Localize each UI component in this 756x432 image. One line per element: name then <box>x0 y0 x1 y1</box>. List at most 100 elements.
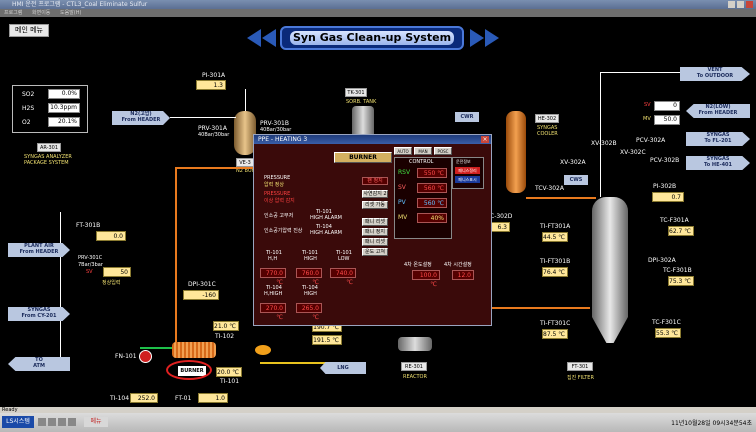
tg1-l2: HIGH <box>304 256 317 262</box>
page-title: Syn Gas Clean-up System <box>290 31 454 45</box>
menu-item-help[interactable]: 도움말(H) <box>60 10 81 16</box>
ti101-label: TI-101 <box>220 378 240 385</box>
pcv302b-label: PCV-302B <box>650 157 680 164</box>
tift301b-label: TI-FT301B <box>540 258 571 265</box>
plant-air-valve-icon[interactable] <box>80 245 90 253</box>
app-icon-2[interactable] <box>48 418 56 426</box>
sorb-tank-label: SORB. TANK <box>346 99 377 105</box>
app-icon-3[interactable] <box>58 418 66 426</box>
minimize-icon[interactable] <box>728 1 735 8</box>
tab-auto[interactable]: AUTO <box>394 147 412 155</box>
popup-burner-button[interactable]: BURNER <box>334 152 392 163</box>
pipe-yellow-lng <box>260 362 330 364</box>
syngas-fl-arrow: SYNGAS To FL-201 <box>686 132 750 146</box>
tg4-value[interactable]: 265.0 ℃ <box>296 303 322 321</box>
so2-label: SO2 <box>22 91 35 98</box>
burner-highlight-ring <box>166 360 212 380</box>
reset-run-button[interactable]: 리셋 가동 <box>362 201 388 209</box>
tg4-l2: HIGH <box>304 291 317 297</box>
tift301a-value: 44.5 ℃ <box>542 232 568 242</box>
tg0-value[interactable]: 770.0 ℃ <box>260 268 286 286</box>
dpi301c-label: DPI-301C <box>188 281 216 288</box>
prv301b-sub: 40Bar/30bar <box>260 127 292 133</box>
reset-3-button[interactable]: 패니 리셋 <box>362 238 388 246</box>
taskbar-menu-button[interactable]: 메뉴 <box>84 417 108 427</box>
menu-item-navigate[interactable]: 화면이동 <box>32 10 50 16</box>
ctl-mv-value[interactable]: 40% <box>417 213 447 223</box>
fn101-label: FN-101 <box>115 353 137 360</box>
pi301a-value: 1.3 kg/cm² <box>196 80 226 98</box>
close-icon[interactable] <box>746 1 753 8</box>
h2s-value: 10.3ppm <box>48 103 80 113</box>
taskbar-datetime: 11년10월28일 09시34분54초 <box>671 420 752 427</box>
sv-label-left: SV <box>86 269 93 275</box>
ctl-pv-value: 560 ℃ <box>417 198 447 208</box>
pi302b-value: 0.7 kg/cm² <box>652 192 684 210</box>
prv-small-sub: 7Bar/3bar <box>78 262 103 268</box>
ft301b-label: FT-301B <box>76 222 101 229</box>
filter-vessel-icon[interactable] <box>592 197 628 317</box>
tab-posc[interactable]: POSC <box>434 147 452 155</box>
ft01-label: FT-01 <box>175 395 192 402</box>
window-titlebar: HMI 운전 프로그램 - CTL3_Coal Eliminate Sulfur <box>0 0 756 9</box>
cooler-label-2: COOLER <box>537 131 558 137</box>
tg1-value[interactable]: 760.0 ℃ <box>296 268 322 286</box>
side-info-panel: 운전정보 패니스정리 패니스표시 <box>452 157 484 189</box>
menu-item-program[interactable]: 프로그램 <box>4 10 22 16</box>
cooler-icon[interactable] <box>506 111 526 193</box>
mv-label-right: MV <box>643 116 651 122</box>
reactor-label: REACTOR <box>403 374 427 380</box>
pipe-orange-vertical <box>175 167 177 347</box>
ignite-button[interactable]: 사연감지 2 <box>362 190 388 198</box>
ar301-tag: AR-301 <box>37 143 61 152</box>
ft301b-value: 0.0 Nm³/h <box>96 231 126 249</box>
ls-logo[interactable]: LS시스템 <box>2 416 34 428</box>
filter-cone-icon <box>592 317 628 343</box>
sv-value-left: 50 Nm³/h <box>103 267 131 285</box>
nav-prev-icon[interactable] <box>247 29 261 47</box>
fan-stop-button[interactable]: 팬 정지 <box>362 177 388 185</box>
taskbar: LS시스템 메뉴 11년10월28일 09시34분54초 <box>0 413 756 432</box>
heater-icon[interactable] <box>172 342 216 358</box>
cur-temp-value[interactable]: 100.0 ℃ <box>412 270 440 288</box>
reset-1-button[interactable]: 패니 리셋 <box>362 218 388 226</box>
ctl-sv-value[interactable]: 560 ℃ <box>417 183 447 193</box>
side-btn-1[interactable]: 패니스정리 <box>455 167 480 174</box>
nav-next-icon[interactable] <box>470 29 484 47</box>
ti102-value: 21.0 ℃ <box>213 321 239 331</box>
app-icon-1[interactable] <box>38 418 46 426</box>
app-icon-4[interactable] <box>68 418 76 426</box>
tcf301c-value: 55.3 ℃ <box>655 328 681 338</box>
nav-next-icon-2[interactable] <box>485 29 499 47</box>
tcf301a-value: 62.7 ℃ <box>668 226 694 236</box>
te-value-2: 191.5 ℃ <box>312 335 342 345</box>
ctl-pv-label: PV <box>398 199 406 206</box>
main-menu-button[interactable]: 메인 메뉴 <box>9 24 49 37</box>
control-title: CONTROL <box>409 159 434 165</box>
syngas-he-arrow: SYNGAS To HE-401 <box>686 156 750 170</box>
reset-2-button[interactable]: 패니 정지 <box>362 228 388 236</box>
c302d-label: C-302D <box>490 213 513 220</box>
prv301b-label: PRV-301B <box>260 120 289 127</box>
pipe-orange-horizontal <box>175 167 255 169</box>
prv301a-valve-icon[interactable] <box>185 114 195 122</box>
mv-value-right: 50.0 <box>654 115 680 125</box>
fn101-fan-icon[interactable] <box>139 350 152 363</box>
ctl-sv-label: SV <box>398 184 406 191</box>
tab-man[interactable]: MAN <box>414 147 432 155</box>
pcv302a-label: PCV-302A <box>636 137 666 144</box>
nav-prev-icon-2[interactable] <box>262 29 276 47</box>
side-btn-2[interactable]: 패니스표시 <box>455 176 480 183</box>
cur-time-value[interactable]: 12.0 <box>452 270 474 280</box>
popup-close-icon[interactable]: × <box>481 136 489 143</box>
tg2-value[interactable]: 740.0 ℃ <box>330 268 356 286</box>
prv301a-label: PRV-301A <box>198 125 227 132</box>
reactor-icon[interactable] <box>398 337 432 351</box>
fan-off-button[interactable]: 운도 고쳐 <box>362 248 388 256</box>
ti101-hh-l2: HIGH ALARM <box>310 215 342 221</box>
prv-small-label: PRV-301C <box>78 255 103 261</box>
tcf301b-value: 75.3 ℃ <box>668 276 694 286</box>
maximize-icon[interactable] <box>737 1 744 8</box>
lng-arrow: LNG <box>320 362 366 374</box>
tg3-value[interactable]: 270.0 ℃ <box>260 303 286 321</box>
